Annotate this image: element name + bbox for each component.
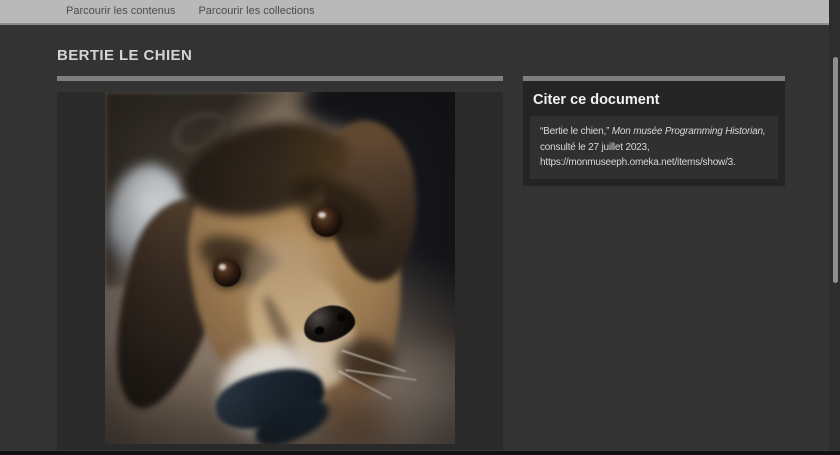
scrollbar-thumb[interactable] — [833, 57, 838, 283]
photo-vignette — [105, 92, 455, 444]
citation-quote: “Bertie le chien,” — [540, 126, 612, 137]
citation-heading: Citer ce document — [523, 81, 785, 116]
citation-source-italic: Mon musée Programming Historian, — [612, 126, 766, 137]
item-media-panel — [57, 76, 503, 455]
item-image[interactable] — [105, 92, 455, 444]
citation-body: Citer ce document “Bertie le chien,” Mon… — [523, 81, 785, 186]
citation-box: “Bertie le chien,” Mon musée Programming… — [530, 116, 778, 179]
item-media-body — [57, 92, 503, 455]
top-nav-bar: Parcourir les contenus Parcourir les col… — [0, 0, 840, 25]
page-title: BERTIE LE CHIEN — [57, 47, 192, 64]
window-bottom-edge — [0, 450, 840, 455]
citation-line-1: “Bertie le chien,” Mon musée Programming… — [540, 124, 768, 140]
panel-accent-bar — [57, 76, 503, 81]
citation-url: https://monmuseeph.omeka.net/items/show/… — [540, 155, 768, 171]
citation-panel: Citer ce document “Bertie le chien,” Mon… — [523, 76, 785, 186]
scrollbar-track[interactable] — [829, 0, 840, 455]
page-body: { "nav": { "items": [ { "id": "browse-it… — [0, 0, 840, 455]
citation-line-2: consulté le 27 juillet 2023, — [540, 140, 768, 156]
nav-link-parcourir-contenus[interactable]: Parcourir les contenus — [66, 0, 175, 24]
nav-link-parcourir-collections[interactable]: Parcourir les collections — [198, 0, 314, 24]
